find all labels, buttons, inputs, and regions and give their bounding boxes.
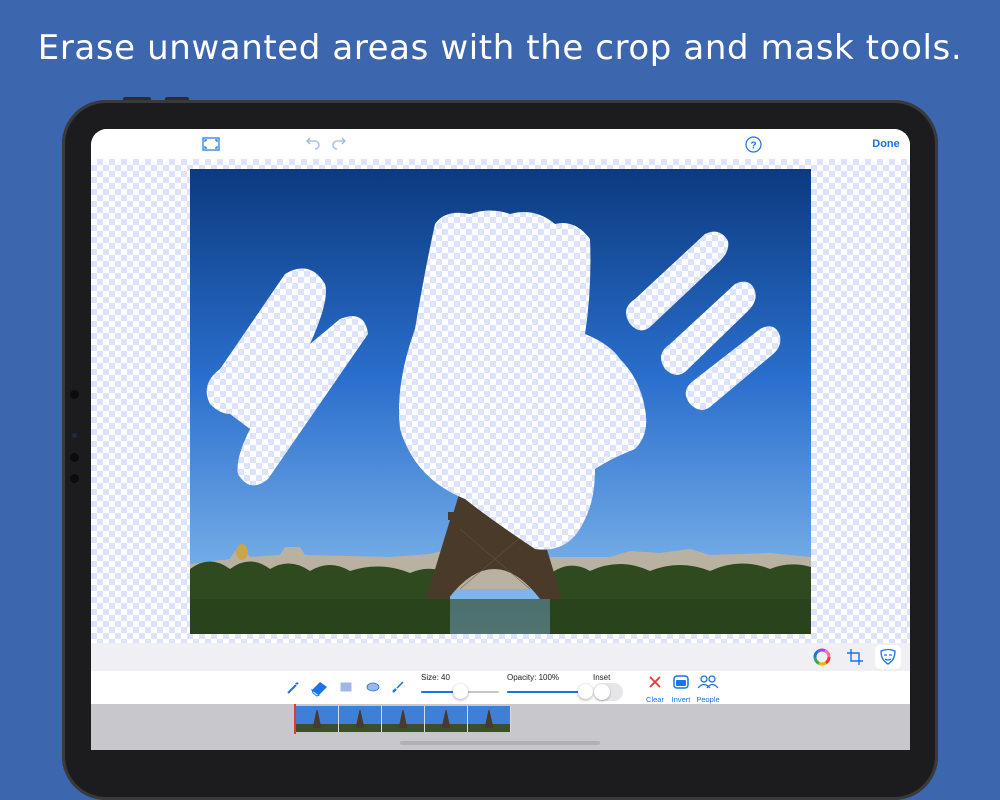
- eraser-icon: [311, 682, 327, 697]
- rectangle-tool[interactable]: [339, 680, 353, 694]
- mask-button[interactable]: [875, 645, 901, 669]
- people-button[interactable]: People: [693, 675, 723, 704]
- transparent-canvas[interactable]: [91, 159, 910, 643]
- done-button[interactable]: Done: [871, 135, 901, 153]
- eraser-tool[interactable]: [309, 677, 331, 699]
- rectangle-icon: [340, 682, 352, 692]
- help-button[interactable]: ?: [743, 135, 763, 153]
- ellipse-icon: [366, 682, 380, 692]
- crop-icon: [847, 649, 863, 665]
- invert-icon: [673, 675, 689, 689]
- question-circle-icon: ?: [744, 135, 762, 153]
- size-slider-thumb[interactable]: [453, 684, 468, 699]
- inset-toggle-knob: [594, 684, 610, 700]
- magic-wand-icon: [287, 682, 299, 694]
- brush-tool[interactable]: [390, 679, 406, 695]
- opacity-slider-fill: [507, 691, 585, 693]
- headline: Erase unwanted areas with the crop and m…: [37, 28, 963, 68]
- invert-button[interactable]: Invert: [666, 675, 696, 704]
- photo-image: [190, 169, 811, 634]
- expand-frame-icon: [202, 137, 220, 151]
- app-screen: ? Done Size: 40 Opacity: 100% Inset Clea…: [91, 129, 910, 750]
- playhead[interactable]: [294, 704, 296, 734]
- sensor-dot: [70, 390, 79, 399]
- x-icon: [649, 676, 661, 688]
- sensor-dot-2: [70, 453, 79, 462]
- filmstrip-frame[interactable]: [296, 706, 339, 732]
- crop-button[interactable]: [842, 645, 868, 669]
- camera-dot: [72, 433, 77, 438]
- undo-icon: [306, 137, 320, 150]
- filmstrip-frame[interactable]: [382, 706, 425, 732]
- filmstrip-frames[interactable]: [296, 706, 511, 732]
- fullscreen-button[interactable]: [201, 135, 221, 153]
- magic-wand-tool[interactable]: [284, 679, 302, 697]
- top-toolbar: ? Done: [91, 129, 910, 159]
- size-label: Size: 40: [421, 673, 450, 682]
- redo-icon: [332, 137, 346, 150]
- inset-label: Inset: [593, 673, 611, 682]
- home-indicator: [400, 741, 600, 745]
- filmstrip-frame[interactable]: [468, 706, 511, 732]
- people-icon: [697, 675, 719, 689]
- undo-button[interactable]: [303, 135, 323, 153]
- color-button[interactable]: [809, 645, 835, 669]
- size-slider[interactable]: [421, 684, 499, 700]
- invert-label: Invert: [671, 695, 691, 704]
- video-filmstrip[interactable]: [91, 704, 910, 750]
- eiffel-tower-photo[interactable]: [190, 169, 811, 634]
- edit-mode-bar: [91, 643, 910, 671]
- ellipse-tool[interactable]: [365, 680, 381, 694]
- brush-icon: [392, 681, 404, 693]
- opacity-label: Opacity: 100%: [507, 673, 560, 682]
- opacity-slider[interactable]: [507, 684, 593, 700]
- filmstrip-frame[interactable]: [425, 706, 468, 732]
- opacity-slider-thumb[interactable]: [578, 684, 593, 699]
- color-wheel-icon: [813, 648, 831, 666]
- redo-button[interactable]: [329, 135, 349, 153]
- mask-face-icon: [880, 648, 896, 665]
- sensor-dot-3: [70, 474, 79, 483]
- filmstrip-frame[interactable]: [339, 706, 382, 732]
- inset-toggle[interactable]: [593, 683, 623, 701]
- svg-text:?: ?: [750, 140, 756, 151]
- mask-toolbar: Size: 40 Opacity: 100% Inset Clear Inver…: [91, 671, 910, 704]
- people-label: People: [696, 695, 720, 704]
